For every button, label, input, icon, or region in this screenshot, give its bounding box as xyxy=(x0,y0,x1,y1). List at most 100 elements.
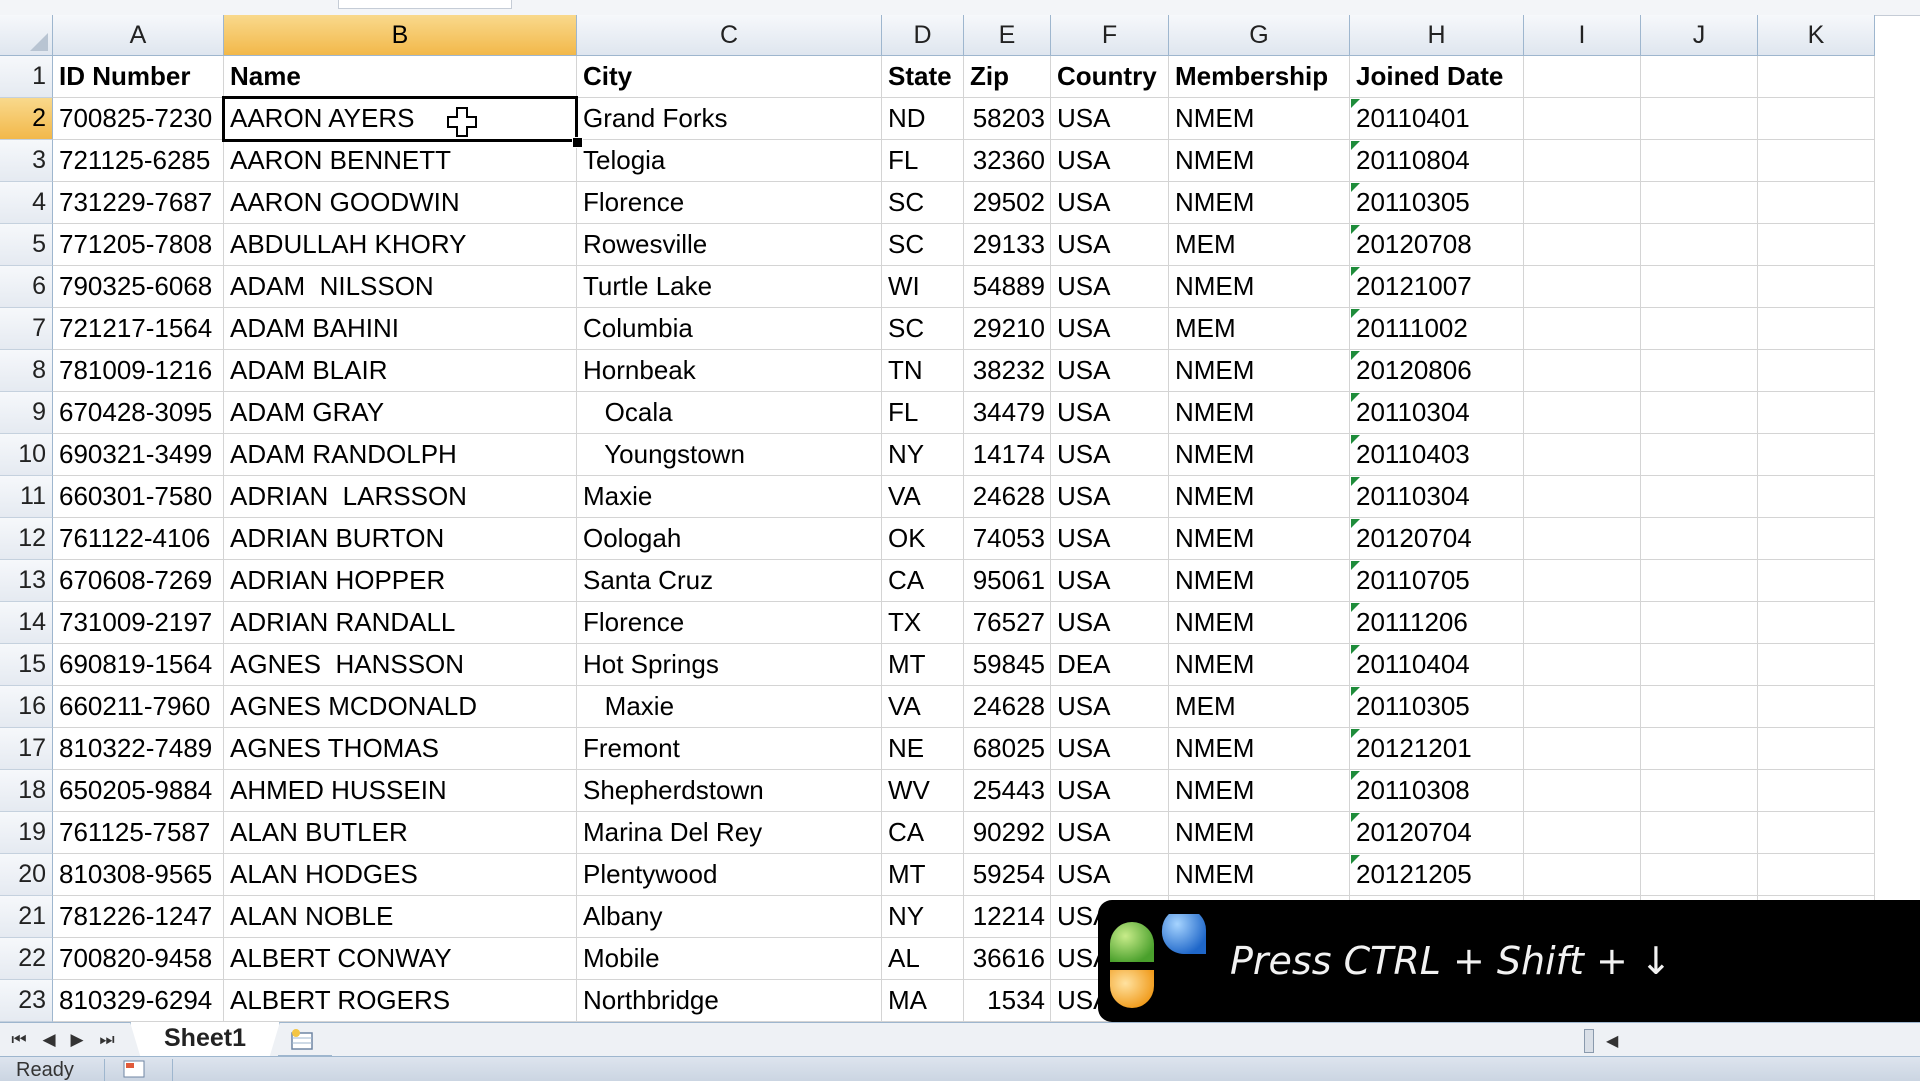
cell-j[interactable] xyxy=(1641,518,1758,560)
cell-i[interactable] xyxy=(1524,350,1641,392)
cell-e[interactable]: 36616 xyxy=(964,938,1051,980)
prev-sheet-icon[interactable]: ◀ xyxy=(38,1029,60,1051)
cell-f[interactable]: USA xyxy=(1051,392,1169,434)
column-header-a[interactable]: A xyxy=(53,15,224,56)
cell-e[interactable]: Zip xyxy=(964,56,1051,98)
cell-h[interactable]: 20120704 xyxy=(1350,812,1524,854)
row-header[interactable]: 12 xyxy=(0,518,53,560)
cell-c[interactable]: Marina Del Rey xyxy=(577,812,882,854)
first-sheet-icon[interactable]: ⏮ xyxy=(8,1029,30,1051)
cell-a[interactable]: 771205-7808 xyxy=(53,224,224,266)
cell-c[interactable]: Maxie xyxy=(577,476,882,518)
cell-f[interactable]: USA xyxy=(1051,476,1169,518)
cell-d[interactable]: NY xyxy=(882,434,964,476)
cell-d[interactable]: NY xyxy=(882,896,964,938)
cell-b[interactable]: ADAM BAHINI xyxy=(224,308,577,350)
cell-b[interactable]: ADRIAN BURTON xyxy=(224,518,577,560)
cell-h[interactable]: 20110705 xyxy=(1350,560,1524,602)
cell-h[interactable]: Joined Date xyxy=(1350,56,1524,98)
cell-d[interactable]: FL xyxy=(882,392,964,434)
cell-a[interactable]: 690819-1564 xyxy=(53,644,224,686)
row-header[interactable]: 3 xyxy=(0,140,53,182)
cell-e[interactable]: 32360 xyxy=(964,140,1051,182)
cell-k[interactable] xyxy=(1758,560,1875,602)
cell-a[interactable]: 761122-4106 xyxy=(53,518,224,560)
cell-k[interactable] xyxy=(1758,812,1875,854)
cell-e[interactable]: 29210 xyxy=(964,308,1051,350)
cell-j[interactable] xyxy=(1641,560,1758,602)
cell-k[interactable] xyxy=(1758,266,1875,308)
cell-j[interactable] xyxy=(1641,476,1758,518)
cell-d[interactable]: TN xyxy=(882,350,964,392)
cell-j[interactable] xyxy=(1641,686,1758,728)
cell-f[interactable]: Country xyxy=(1051,56,1169,98)
cell-b[interactable]: AGNES THOMAS xyxy=(224,728,577,770)
cell-e[interactable]: 54889 xyxy=(964,266,1051,308)
last-sheet-icon[interactable]: ⏭ xyxy=(96,1029,118,1051)
cell-d[interactable]: State xyxy=(882,56,964,98)
cell-b[interactable]: ADRIAN RANDALL xyxy=(224,602,577,644)
cell-g[interactable]: MEM xyxy=(1169,686,1350,728)
cell-i[interactable] xyxy=(1524,518,1641,560)
row-header[interactable]: 11 xyxy=(0,476,53,518)
cell-a[interactable]: 810329-6294 xyxy=(53,980,224,1022)
cell-g[interactable]: NMEM xyxy=(1169,854,1350,896)
cell-j[interactable] xyxy=(1641,728,1758,770)
cell-k[interactable] xyxy=(1758,350,1875,392)
row-header[interactable]: 4 xyxy=(0,182,53,224)
select-all-corner[interactable] xyxy=(0,15,53,56)
cell-b[interactable]: AARON AYERS xyxy=(224,98,577,140)
cell-h[interactable]: 20110305 xyxy=(1350,686,1524,728)
cell-e[interactable]: 34479 xyxy=(964,392,1051,434)
cell-j[interactable] xyxy=(1641,602,1758,644)
cell-i[interactable] xyxy=(1524,266,1641,308)
cell-c[interactable]: Ocala xyxy=(577,392,882,434)
cell-b[interactable]: AGNES HANSSON xyxy=(224,644,577,686)
cell-d[interactable]: SC xyxy=(882,224,964,266)
cell-c[interactable]: Columbia xyxy=(577,308,882,350)
cell-g[interactable]: NMEM xyxy=(1169,518,1350,560)
scroll-left-icon[interactable]: ◀ xyxy=(1606,1031,1618,1051)
cell-i[interactable] xyxy=(1524,392,1641,434)
cell-f[interactable]: USA xyxy=(1051,98,1169,140)
row-header[interactable]: 16 xyxy=(0,686,53,728)
row-header[interactable]: 19 xyxy=(0,812,53,854)
cell-b[interactable]: ALAN BUTLER xyxy=(224,812,577,854)
cell-c[interactable]: Northbridge xyxy=(577,980,882,1022)
cell-a[interactable]: 731229-7687 xyxy=(53,182,224,224)
column-header-i[interactable]: I xyxy=(1524,15,1641,56)
cell-k[interactable] xyxy=(1758,56,1875,98)
row-header[interactable]: 9 xyxy=(0,392,53,434)
horizontal-scrollbar[interactable]: ◀ xyxy=(1580,1029,1920,1053)
cell-c[interactable]: Mobile xyxy=(577,938,882,980)
cell-g[interactable]: NMEM xyxy=(1169,392,1350,434)
cell-e[interactable]: 90292 xyxy=(964,812,1051,854)
cell-h[interactable]: 20121007 xyxy=(1350,266,1524,308)
cell-g[interactable]: NMEM xyxy=(1169,98,1350,140)
cell-i[interactable] xyxy=(1524,98,1641,140)
row-header[interactable]: 13 xyxy=(0,560,53,602)
cell-k[interactable] xyxy=(1758,392,1875,434)
cell-e[interactable]: 38232 xyxy=(964,350,1051,392)
cell-e[interactable]: 58203 xyxy=(964,98,1051,140)
cell-j[interactable] xyxy=(1641,140,1758,182)
cell-c[interactable]: Fremont xyxy=(577,728,882,770)
row-header[interactable]: 7 xyxy=(0,308,53,350)
cell-b[interactable]: ADAM NILSSON xyxy=(224,266,577,308)
cell-a[interactable]: 660301-7580 xyxy=(53,476,224,518)
cell-h[interactable]: 20110804 xyxy=(1350,140,1524,182)
cell-f[interactable]: USA xyxy=(1051,350,1169,392)
row-header[interactable]: 5 xyxy=(0,224,53,266)
cell-f[interactable]: USA xyxy=(1051,560,1169,602)
row-header[interactable]: 20 xyxy=(0,854,53,896)
cell-a[interactable]: 670428-3095 xyxy=(53,392,224,434)
row-header[interactable]: 17 xyxy=(0,728,53,770)
cell-b[interactable]: AHMED HUSSEIN xyxy=(224,770,577,812)
cell-f[interactable]: USA xyxy=(1051,686,1169,728)
cell-b[interactable]: AGNES MCDONALD xyxy=(224,686,577,728)
cell-k[interactable] xyxy=(1758,518,1875,560)
cell-h[interactable]: 20111206 xyxy=(1350,602,1524,644)
cell-i[interactable] xyxy=(1524,182,1641,224)
cell-k[interactable] xyxy=(1758,854,1875,896)
cell-d[interactable]: TX xyxy=(882,602,964,644)
